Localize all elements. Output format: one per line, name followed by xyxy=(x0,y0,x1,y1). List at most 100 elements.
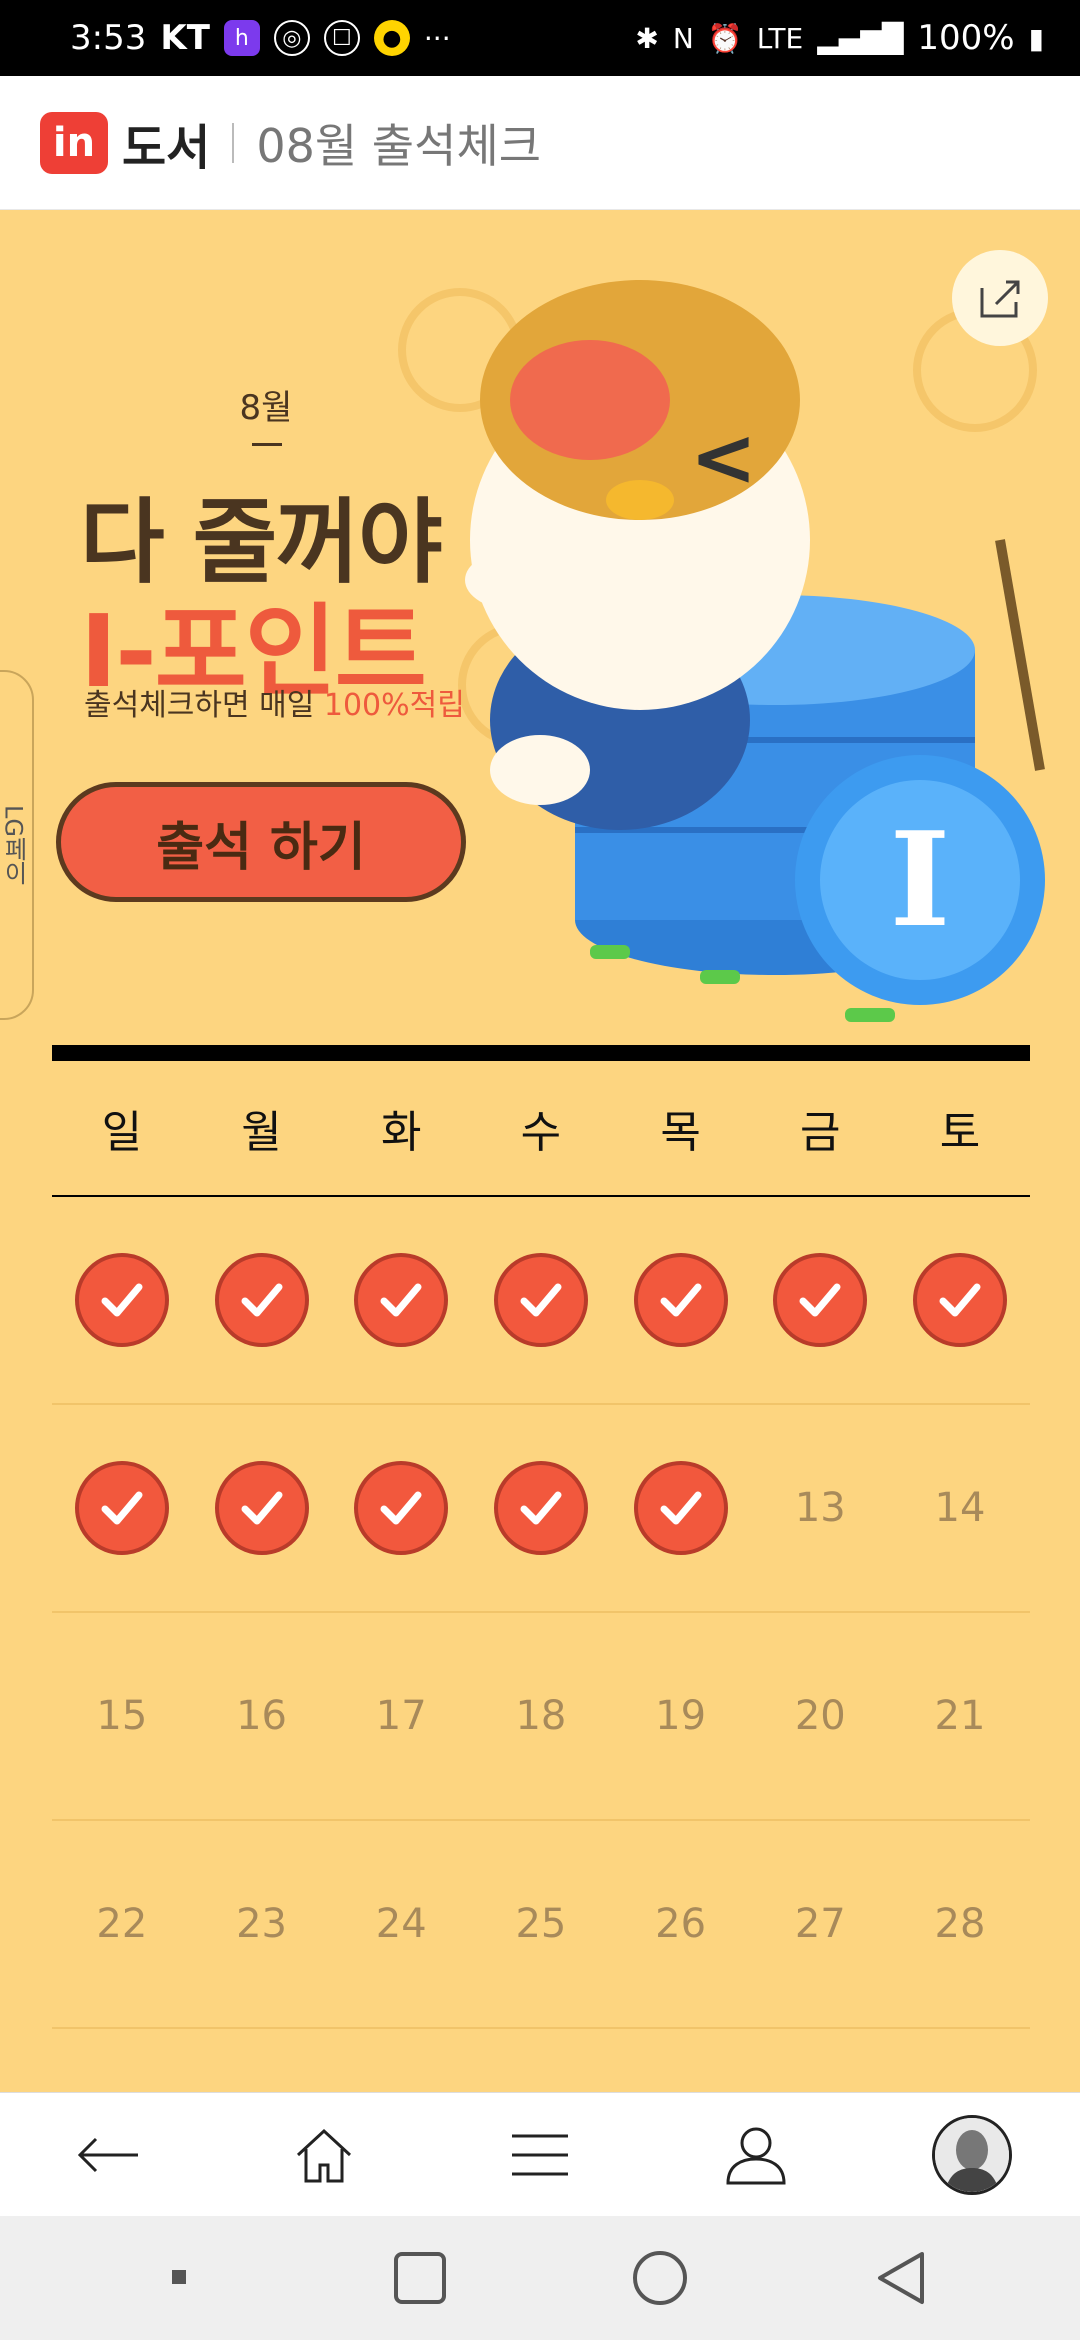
battery-icon: ▮ xyxy=(1028,21,1044,55)
calendar-day-cell[interactable] xyxy=(192,1405,332,1611)
calendar-day-cell[interactable] xyxy=(611,1405,751,1611)
calendar-day-cell[interactable] xyxy=(331,1405,471,1611)
square-icon xyxy=(394,2252,446,2304)
weekday-fri: 금 xyxy=(800,1107,841,1158)
attendance-check-icon xyxy=(354,1461,449,1555)
weekday-sat: 토 xyxy=(939,1107,981,1158)
page-title: 08월 출석체크 xyxy=(256,118,542,173)
menu-button[interactable] xyxy=(485,2110,595,2200)
calendar-day-cell[interactable]: 26 xyxy=(611,1821,751,2027)
share-icon xyxy=(980,280,1020,318)
back-arrow-icon xyxy=(77,2137,138,2172)
status-carrier: KT xyxy=(160,18,210,58)
status-bar: 3:53 KT h ◎ ☐ ● ··· ✱ N ⏰ LTE ▂▄▆█ 100% … xyxy=(0,0,1080,76)
calendar-day-cell[interactable] xyxy=(471,1405,611,1611)
calendar-day-number: 17 xyxy=(375,1693,427,1739)
calendar-day-cell[interactable] xyxy=(750,1197,890,1403)
calendar-day-number: 27 xyxy=(794,1901,846,1947)
attend-button[interactable]: 출석 하기 xyxy=(56,782,466,902)
home-button[interactable] xyxy=(269,2110,379,2200)
kakao-notification-icon: ● xyxy=(373,20,410,56)
recent-apps-button[interactable] xyxy=(365,2233,475,2323)
calendar-day-cell[interactable] xyxy=(331,1197,471,1403)
share-button[interactable] xyxy=(952,250,1048,346)
avatar xyxy=(932,2114,1012,2195)
calendar-day-cell[interactable]: 22 xyxy=(52,1821,192,2027)
calendar-day-cell[interactable] xyxy=(52,1197,192,1403)
calendar-day-cell[interactable]: 20 xyxy=(750,1613,890,1819)
app-notification-icon: h xyxy=(223,20,260,56)
brand-logo-text: in xyxy=(52,119,96,166)
calendar-day-cell[interactable]: 23 xyxy=(192,1821,332,2027)
calendar-day-cell[interactable]: 18 xyxy=(471,1613,611,1819)
attendance-check-icon xyxy=(633,1461,728,1555)
dot-icon xyxy=(172,2270,186,2284)
calendar-day-cell[interactable] xyxy=(611,1197,751,1403)
recent-apps-dot-button[interactable] xyxy=(125,2233,235,2323)
more-notifications-icon: ··· xyxy=(423,21,451,55)
attendance-check-icon xyxy=(74,1461,169,1555)
account-button[interactable] xyxy=(701,2110,811,2200)
attendance-check-icon xyxy=(912,1253,1007,1347)
calendar-day-cell[interactable]: 21 xyxy=(890,1613,1030,1819)
status-left: 3:53 KT h ◎ ☐ ● ··· xyxy=(70,18,451,58)
calendar-day-cell[interactable] xyxy=(192,1197,332,1403)
calendar-week-row xyxy=(52,1197,1030,1405)
svg-text:I: I xyxy=(890,803,951,956)
attendance-check-icon xyxy=(214,1253,309,1347)
attendance-check-icon xyxy=(493,1461,588,1555)
promo-month: 8월 xyxy=(239,388,293,428)
bottom-toolbar xyxy=(0,2092,1080,2216)
system-home-button[interactable] xyxy=(605,2233,715,2323)
calendar-day-number: 20 xyxy=(794,1693,846,1739)
calendar-day-number: 16 xyxy=(236,1693,287,1739)
calendar-day-cell[interactable]: 19 xyxy=(611,1613,751,1819)
back-button[interactable] xyxy=(53,2110,163,2200)
calendar-week-row: 22 23 24 25 26 27 28 xyxy=(52,1821,1030,2029)
weekday-thu: 목 xyxy=(660,1107,701,1158)
attendance-check-icon xyxy=(773,1253,868,1347)
phone-notification-icon: ☐ xyxy=(323,20,360,56)
network-type: LTE xyxy=(756,21,804,55)
promo-banner: I < 8월 다 줄꺼야 I-포인트 출석체크하면 매일 100%적립 출석 하… xyxy=(0,210,1080,1040)
calendar-day-cell[interactable]: 25 xyxy=(471,1821,611,2027)
calendar-day-cell[interactable]: 24 xyxy=(331,1821,471,2027)
brand-name[interactable]: 도서 xyxy=(122,108,210,178)
attendance-check-icon xyxy=(633,1253,728,1347)
calendar-day-cell[interactable]: 16 xyxy=(192,1613,332,1819)
notification-icon: ◎ xyxy=(273,20,310,56)
signal-icon: ▂▄▆█ xyxy=(817,21,904,55)
user-icon xyxy=(726,2127,786,2184)
calendar-day-cell[interactable]: 14 xyxy=(890,1405,1030,1611)
promo-subtitle: 출석체크하면 매일 100%적립 xyxy=(84,680,465,724)
system-nav-bar xyxy=(0,2216,1080,2340)
lg-pay-side-tab[interactable]: LG페이 xyxy=(0,670,34,1020)
system-back-button[interactable] xyxy=(845,2233,955,2323)
app-header: in 도서 08월 출석체크 xyxy=(0,76,1080,210)
calendar-day-cell[interactable] xyxy=(52,1405,192,1611)
calendar-rows: 13 14 15 16 17 18 19 20 21 22 23 24 25 26 27 28 xyxy=(52,1197,1030,2029)
calendar-day-number: 18 xyxy=(515,1693,567,1739)
profile-button[interactable] xyxy=(917,2110,1027,2200)
header-divider xyxy=(232,122,235,163)
attendance-calendar: 일 월 화 수 목 금 토 13 14 15 16 17 18 19 20 21 22 23 24 25… xyxy=(52,1045,1030,2029)
calendar-day-number: 21 xyxy=(934,1693,986,1739)
brand-logo[interactable]: in xyxy=(40,111,108,174)
attendance-check-icon xyxy=(354,1253,449,1347)
calendar-day-cell[interactable]: 17 xyxy=(331,1613,471,1819)
avatar-image xyxy=(935,2117,1009,2192)
promo-divider xyxy=(252,443,282,446)
calendar-day-cell[interactable]: 27 xyxy=(750,1821,890,2027)
calendar-day-cell[interactable]: 13 xyxy=(750,1405,890,1611)
circle-icon xyxy=(633,2251,687,2305)
calendar-day-cell[interactable]: 15 xyxy=(52,1613,192,1819)
attendance-check-icon xyxy=(493,1253,588,1347)
calendar-day-cell[interactable]: 28 xyxy=(890,1821,1030,2027)
calendar-day-number: 22 xyxy=(96,1901,148,1947)
calendar-day-number: 24 xyxy=(375,1901,427,1947)
calendar-day-number: 23 xyxy=(236,1901,287,1947)
calendar-day-cell[interactable] xyxy=(471,1197,611,1403)
battery-percent: 100% xyxy=(917,18,1015,58)
status-right: ✱ N ⏰ LTE ▂▄▆█ 100% ▮ xyxy=(635,18,1044,58)
calendar-day-cell[interactable] xyxy=(890,1197,1030,1403)
